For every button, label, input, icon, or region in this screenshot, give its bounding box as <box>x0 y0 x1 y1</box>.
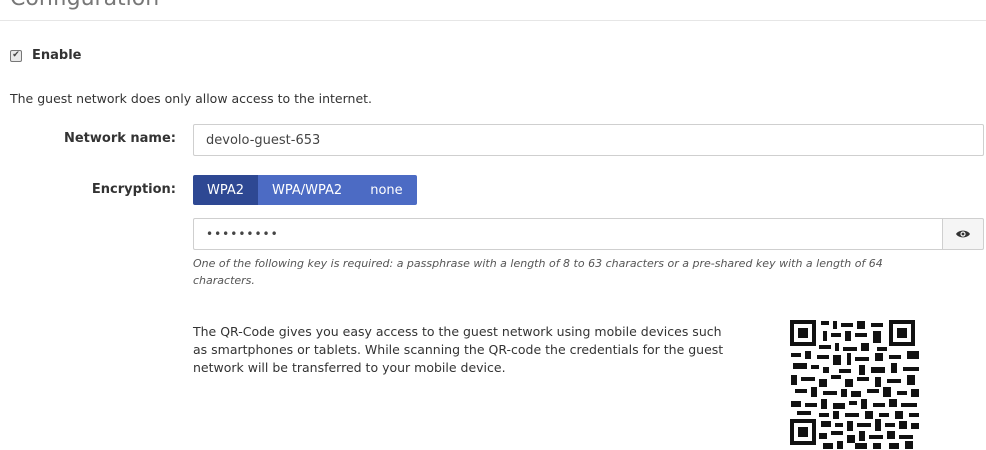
key-field-group <box>193 218 984 250</box>
enable-label[interactable]: Enable <box>32 48 82 63</box>
qr-code-image <box>789 319 923 450</box>
guest-info-text: The guest network does only allow access… <box>10 91 373 106</box>
section-divider <box>0 20 986 21</box>
key-input[interactable] <box>193 218 942 250</box>
section-title: Configuration <box>10 0 159 11</box>
encryption-option-wpa2[interactable]: WPA2 <box>193 175 259 205</box>
qr-description: The QR-Code gives you easy access to the… <box>193 324 724 375</box>
encryption-option-none[interactable]: none <box>356 175 417 205</box>
encryption-option-wpa-wpa2[interactable]: WPA/WPA2 <box>258 175 357 205</box>
reveal-key-button[interactable] <box>942 218 984 250</box>
enable-row: ✔ Enable <box>10 48 82 63</box>
enable-checkbox[interactable]: ✔ <box>10 49 22 62</box>
eye-icon <box>956 230 970 238</box>
encryption-selector: WPA2 WPA/WPA2 none <box>193 175 417 205</box>
network-name-label: Network name: <box>63 131 176 146</box>
encryption-label: Encryption: <box>91 182 176 197</box>
key-help-text: One of the following key is required: a … <box>193 257 883 287</box>
network-name-input[interactable] <box>193 124 984 156</box>
